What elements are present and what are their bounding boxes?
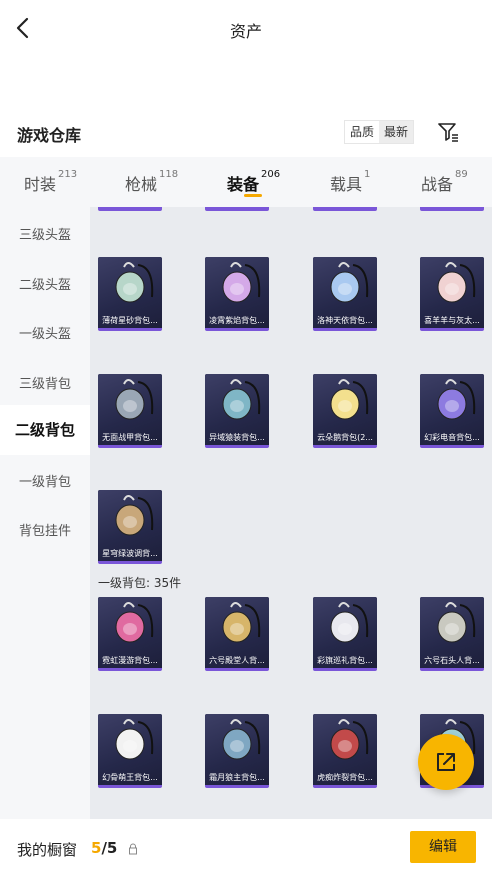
page-title: 资产 bbox=[229, 22, 262, 41]
category-tabs: 时装213 枪械118 装备206 载具1 战备89 bbox=[0, 157, 492, 207]
backpack-icon bbox=[115, 495, 154, 536]
sidebar-item-helmet-3[interactable]: 三级头盔 bbox=[0, 224, 90, 243]
backpack-card[interactable]: 异域猿装背包... bbox=[205, 374, 269, 448]
filter-icon[interactable] bbox=[436, 120, 460, 144]
tab-label: 装备 bbox=[227, 175, 260, 194]
showcase-count: 5/5 bbox=[91, 839, 117, 857]
tab-count: 1 bbox=[364, 169, 371, 180]
sidebar-item-backpack-1[interactable]: 一级背包 bbox=[0, 471, 90, 490]
edit-button[interactable]: 编辑 bbox=[410, 831, 476, 863]
sidebar-item-helmet-2[interactable]: 二级头盔 bbox=[0, 274, 90, 293]
backpack-card[interactable]: 幻彩电音背包... bbox=[420, 374, 484, 448]
backpack-icon bbox=[437, 262, 476, 303]
sidebar-item-backpack-2[interactable]: 二级背包 bbox=[0, 405, 90, 455]
tab-battle-prep[interactable]: 战备89 bbox=[421, 169, 468, 195]
backpack-icon bbox=[330, 602, 369, 643]
active-tab-indicator bbox=[244, 194, 262, 197]
tab-label: 时装 bbox=[24, 175, 57, 194]
tab-label: 战备 bbox=[421, 175, 454, 194]
backpack-icon bbox=[222, 719, 261, 760]
backpack-card[interactable]: 虎痴炸裂背包... bbox=[313, 714, 377, 788]
sidebar-item-backpack-charm[interactable]: 背包挂件 bbox=[0, 520, 90, 539]
backpack-card[interactable]: 六号石头人背... bbox=[420, 597, 484, 671]
header: 资产 bbox=[0, 0, 492, 58]
backpack-icon bbox=[437, 602, 476, 643]
item-name: 星穹绿波调背... bbox=[102, 549, 158, 558]
item-name: 云朵鹅背包(2... bbox=[317, 433, 373, 442]
item-name: 六号石头人背... bbox=[424, 656, 480, 665]
item-name: 无面战甲背包... bbox=[102, 433, 158, 442]
bottom-bar: 我的橱窗 5/5 编辑 bbox=[0, 819, 492, 876]
item-name: 喜羊羊与灰太... bbox=[424, 316, 480, 325]
backpack-icon bbox=[222, 262, 261, 303]
backpack-card[interactable]: 凌霄紫焰背包... bbox=[205, 257, 269, 331]
card-edge bbox=[98, 207, 162, 211]
backpack-card[interactable]: 薄荷星砂背包... bbox=[98, 257, 162, 331]
showcase-total: /5 bbox=[101, 839, 118, 857]
card-edge bbox=[313, 207, 377, 211]
share-fab[interactable] bbox=[418, 734, 474, 790]
backpack-card[interactable]: 彩旗巡礼背包... bbox=[313, 597, 377, 671]
tab-equipment[interactable]: 装备206 bbox=[227, 169, 281, 195]
lock-icon bbox=[129, 843, 137, 855]
item-grid: 薄荷星砂背包... 凌霄紫焰背包... 洛神天依背包... 喜羊羊与灰太... 无面战甲… bbox=[90, 207, 492, 819]
item-name: 凌霄紫焰背包... bbox=[209, 316, 265, 325]
sort-toggle: 品质 最新 bbox=[344, 120, 415, 144]
backpack-icon bbox=[115, 379, 154, 420]
sidebar-item-backpack-3[interactable]: 三级背包 bbox=[0, 373, 90, 392]
item-name: 幻骨萌王背包... bbox=[102, 773, 158, 782]
tab-guns[interactable]: 枪械118 bbox=[125, 169, 179, 195]
item-name: 六号殿堂人背... bbox=[209, 656, 265, 665]
tab-fashion[interactable]: 时装213 bbox=[24, 169, 78, 195]
backpack-icon bbox=[330, 262, 369, 303]
backpack-icon bbox=[115, 719, 154, 760]
card-edge bbox=[420, 207, 484, 211]
item-name: 虎痴炸裂背包... bbox=[317, 773, 373, 782]
tab-label: 枪械 bbox=[125, 175, 158, 194]
backpack-card[interactable]: 六号殿堂人背... bbox=[205, 597, 269, 671]
backpack-card[interactable]: 霜月狼主背包... bbox=[205, 714, 269, 788]
item-name: 霜月狼主背包... bbox=[209, 773, 265, 782]
backpack-card[interactable]: 幻骨萌王背包... bbox=[98, 714, 162, 788]
backpack-card[interactable]: 星穹绿波调背... bbox=[98, 490, 162, 564]
item-name: 薄荷星砂背包... bbox=[102, 316, 158, 325]
group-label-backpack-1: 一级背包: 35件 bbox=[98, 576, 182, 590]
tab-vehicles[interactable]: 载具1 bbox=[330, 169, 371, 195]
backpack-icon bbox=[330, 379, 369, 420]
showcase-current: 5 bbox=[91, 839, 102, 857]
backpack-icon bbox=[115, 602, 154, 643]
tab-count: 118 bbox=[159, 169, 179, 180]
item-name: 异域猿装背包... bbox=[209, 433, 265, 442]
backpack-icon bbox=[115, 262, 154, 303]
backpack-card[interactable]: 霓虹漫游背包... bbox=[98, 597, 162, 671]
tab-count: 206 bbox=[261, 169, 281, 180]
tab-label: 载具 bbox=[330, 175, 363, 194]
external-link-icon bbox=[437, 753, 455, 771]
item-name: 洛神天依背包... bbox=[317, 316, 373, 325]
item-name: 霓虹漫游背包... bbox=[102, 656, 158, 665]
showcase-label: 我的橱窗 bbox=[17, 841, 78, 859]
backpack-card[interactable]: 无面战甲背包... bbox=[98, 374, 162, 448]
tab-count: 89 bbox=[455, 169, 468, 180]
backpack-card[interactable]: 喜羊羊与灰太... bbox=[420, 257, 484, 331]
sidebar: 三级头盔 二级头盔 一级头盔 三级背包 二级背包 一级背包 背包挂件 bbox=[0, 207, 90, 819]
sort-quality-button[interactable]: 品质 bbox=[345, 121, 380, 143]
backpack-card[interactable]: 云朵鹅背包(2... bbox=[313, 374, 377, 448]
backpack-icon bbox=[437, 379, 476, 420]
backpack-icon bbox=[222, 602, 261, 643]
backpack-icon bbox=[330, 719, 369, 760]
sidebar-item-helmet-1[interactable]: 一级头盔 bbox=[0, 323, 90, 342]
backpack-icon bbox=[222, 379, 261, 420]
sort-latest-button[interactable]: 最新 bbox=[379, 121, 414, 143]
item-name: 幻彩电音背包... bbox=[424, 433, 480, 442]
card-edge bbox=[205, 207, 269, 211]
backpack-card[interactable]: 洛神天依背包... bbox=[313, 257, 377, 331]
item-name: 彩旗巡礼背包... bbox=[317, 656, 373, 665]
warehouse-title: 游戏仓库 bbox=[17, 126, 82, 145]
tab-count: 213 bbox=[58, 169, 78, 180]
